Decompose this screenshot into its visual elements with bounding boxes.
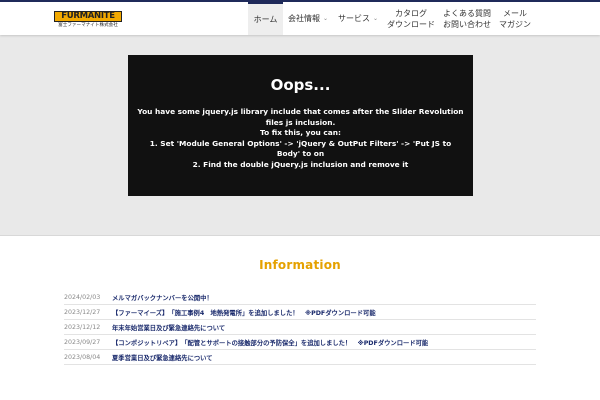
news-link[interactable]: 年末年始営業日及び緊急連絡先について bbox=[112, 323, 225, 332]
news-date: 2024/02/03 bbox=[64, 293, 101, 301]
news-item[interactable]: 2023/08/04 夏季営業日及び緊急連絡先について bbox=[64, 350, 536, 365]
news-item[interactable]: 2024/02/03 メルマガバックナンバーを公開中！ bbox=[64, 290, 536, 305]
news-item[interactable]: 2023/12/27 【ファーマイーズ】 「施工事例4 地熱発電所」を追加しまし… bbox=[64, 305, 536, 320]
error-line: files js inclusion. bbox=[265, 117, 336, 127]
logo-company-name: 富士ファーマナイト株式会社 bbox=[58, 23, 118, 28]
nav-catalog-download[interactable]: カタログ ダウンロード bbox=[383, 2, 439, 35]
error-line: To fix this, you can: bbox=[260, 128, 341, 137]
news-date: 2023/12/27 bbox=[64, 308, 101, 316]
error-title: Oops... bbox=[270, 76, 331, 94]
error-line: 1. Set 'Module General Options' -> 'jQue… bbox=[149, 138, 452, 148]
news-date: 2023/12/12 bbox=[64, 323, 101, 331]
hero-slider-area: Oops... You have some jquery.js library … bbox=[0, 35, 600, 236]
nav-mail-magazine[interactable]: メール マガジン bbox=[495, 2, 535, 35]
nav-mail-label-2: マガジン bbox=[499, 19, 531, 29]
nav-faq-label-2: お問い合わせ bbox=[443, 19, 491, 29]
nav-mail-label-1: メール bbox=[503, 8, 527, 18]
nav-catalog-label-1: カタログ bbox=[395, 8, 427, 18]
news-link[interactable]: 夏季営業日及び緊急連絡先について bbox=[112, 353, 213, 362]
nav-faq-label-1: よくある質問 bbox=[443, 8, 491, 18]
company-logo[interactable]: FURMANITE 富士ファーマナイト株式会社 bbox=[54, 11, 122, 29]
chevron-down-icon: ⌄ bbox=[322, 15, 329, 22]
nav-home[interactable]: ホーム bbox=[248, 2, 283, 35]
news-list: 2024/02/03 メルマガバックナンバーを公開中！ 2023/12/27 【… bbox=[64, 290, 536, 365]
logo-wordmark: FURMANITE bbox=[54, 11, 122, 22]
error-line: Body' to on bbox=[276, 149, 325, 158]
news-item[interactable]: 2023/09/27 【コンポジットリペア】 「配管とサポートの接触部分の予防保… bbox=[64, 335, 536, 350]
slider-error-message: Oops... You have some jquery.js library … bbox=[128, 55, 473, 196]
nav-catalog-label-2: ダウンロード bbox=[387, 19, 435, 29]
nav-service-label: サービス bbox=[337, 14, 370, 23]
nav-company[interactable]: 会社情報 ⌄ bbox=[283, 2, 333, 35]
error-line: You have some jquery.js library include … bbox=[137, 107, 464, 116]
nav-home-label: ホーム bbox=[253, 15, 278, 24]
news-link[interactable]: メルマガバックナンバーを公開中！ bbox=[112, 293, 213, 302]
news-date: 2023/08/04 bbox=[64, 353, 101, 361]
news-date: 2023/09/27 bbox=[64, 338, 101, 346]
nav-faq-contact[interactable]: よくある質問 お問い合わせ bbox=[439, 2, 495, 35]
news-item[interactable]: 2023/12/12 年末年始営業日及び緊急連絡先について bbox=[64, 320, 536, 335]
site-header: FURMANITE 富士ファーマナイト株式会社 ホーム 会社情報 ⌄ サービス … bbox=[0, 0, 600, 35]
chevron-down-icon: ⌄ bbox=[372, 15, 379, 22]
information-heading: Information bbox=[259, 258, 341, 272]
error-body: You have some jquery.js library include … bbox=[128, 107, 473, 170]
nav-service[interactable]: サービス ⌄ bbox=[333, 2, 383, 35]
news-link[interactable]: 【ファーマイーズ】 「施工事例4 地熱発電所」を追加しました！ ※PDFダウンロ… bbox=[112, 308, 376, 317]
main-nav: ホーム 会社情報 ⌄ サービス ⌄ カタログ ダウンロード よくある質問 お問い… bbox=[248, 2, 535, 35]
news-link[interactable]: 【コンポジットリペア】 「配管とサポートの接触部分の予防保全」を追加しました！ … bbox=[112, 338, 428, 347]
error-line: 2. Find the double jQuery.js inclusion a… bbox=[192, 159, 409, 169]
nav-company-label: 会社情報 bbox=[287, 14, 320, 23]
